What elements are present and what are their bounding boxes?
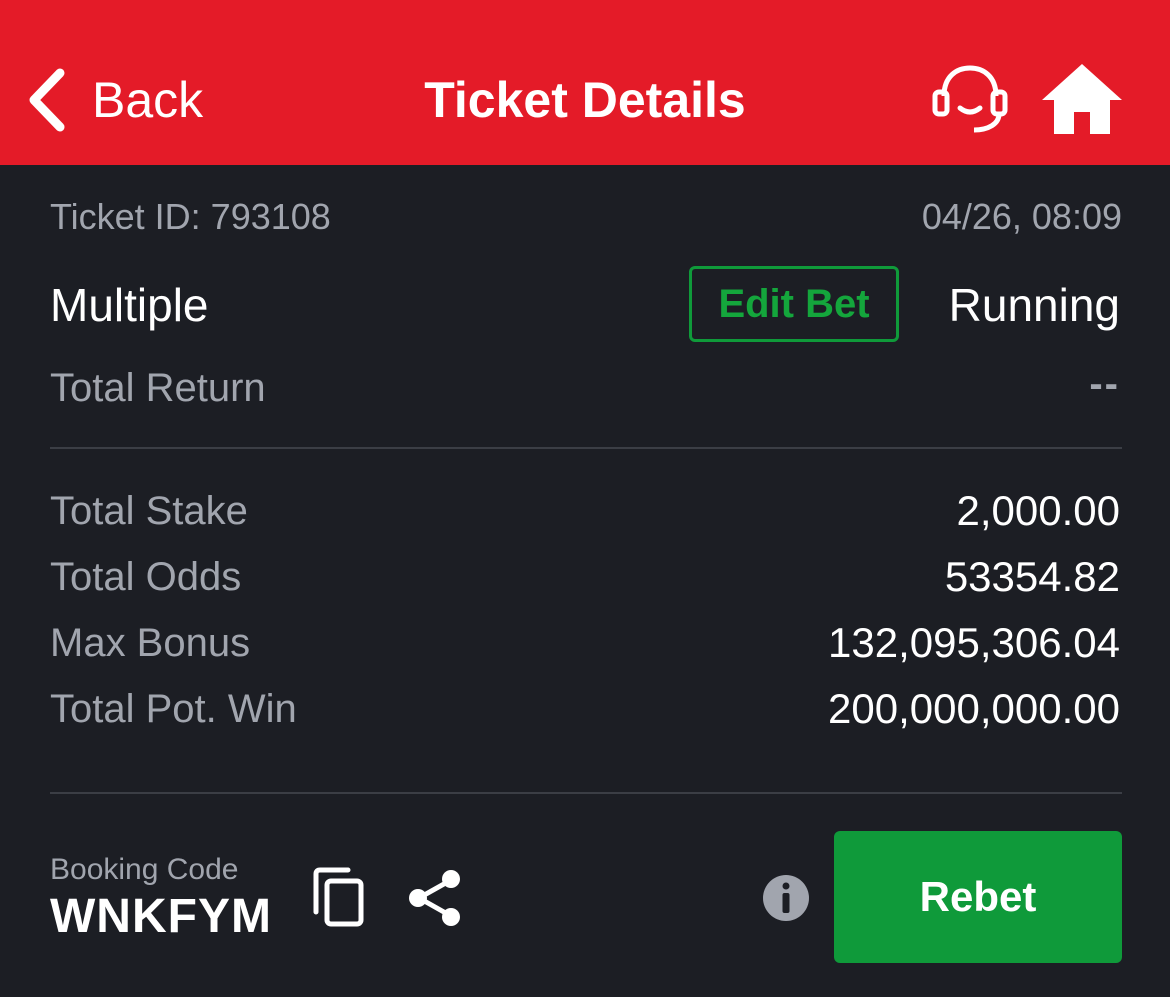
rebet-button[interactable]: Rebet [834,831,1122,963]
headset-support-icon[interactable] [930,62,1010,134]
stat-value-max-bonus: 132,095,306.04 [828,619,1120,666]
booking-code: WNKFYM [50,890,272,943]
stat-label-total-stake: Total Stake [50,489,248,533]
stat-value-total-pot-win: 200,000,000.00 [828,685,1120,732]
total-return-value: -- [1089,362,1120,406]
divider [50,792,1122,794]
stat-value-total-stake: 2,000.00 [956,487,1121,534]
share-icon[interactable] [405,868,465,928]
stat-label-total-pot-win: Total Pot. Win [50,687,297,731]
app-header: Back Ticket Details [0,0,1170,165]
info-icon[interactable] [762,874,810,922]
edit-bet-button[interactable]: Edit Bet [689,266,899,342]
divider [50,447,1122,449]
ticket-status: Running [948,279,1120,331]
stat-label-max-bonus: Max Bonus [50,621,251,665]
stat-label-total-odds: Total Odds [50,555,242,599]
home-icon[interactable] [1040,60,1124,136]
copy-icon[interactable] [310,866,366,928]
total-return-label: Total Return [50,366,266,410]
ticket-datetime: 04/26, 08:09 [921,196,1122,237]
stat-value-total-odds: 53354.82 [944,553,1120,600]
booking-code-label: Booking Code [50,853,239,886]
